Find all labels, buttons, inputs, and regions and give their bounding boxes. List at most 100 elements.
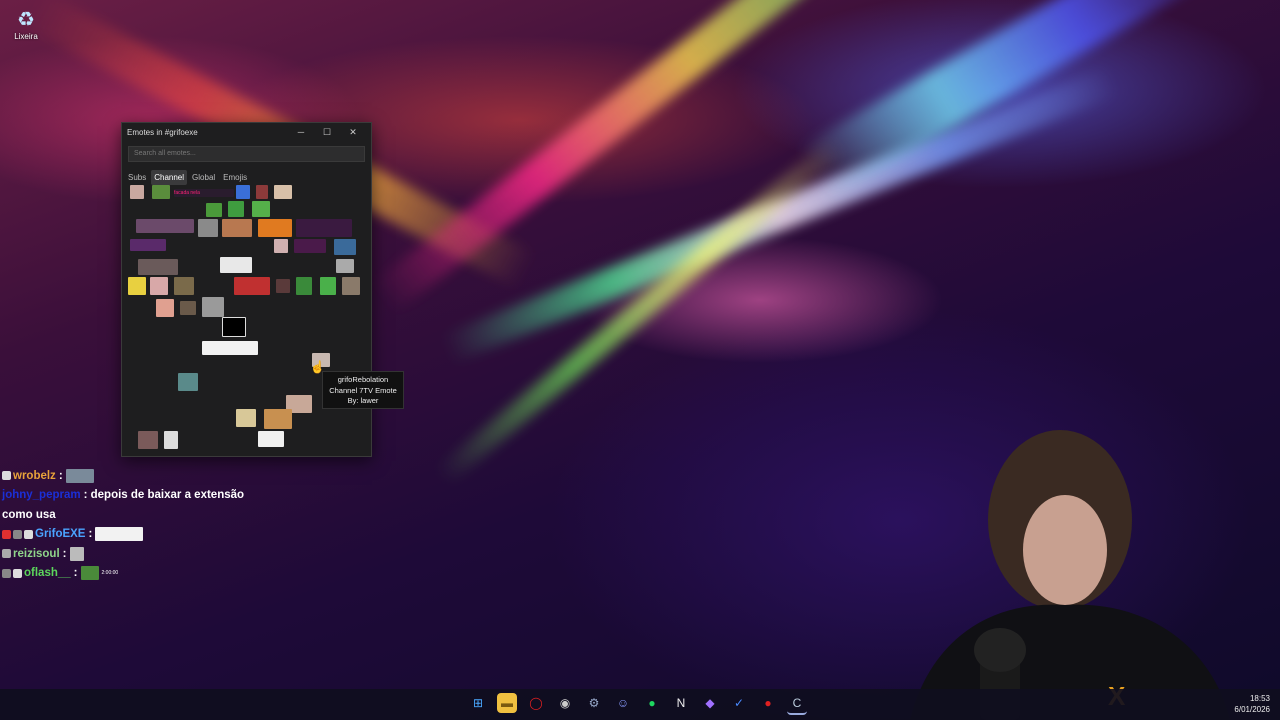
emote-tile[interactable] xyxy=(342,277,360,295)
emote-tile[interactable] xyxy=(264,409,292,429)
emote-tile[interactable] xyxy=(320,277,336,295)
sub-badge-icon xyxy=(13,529,22,539)
emote-tile[interactable] xyxy=(130,239,166,251)
emote-tile[interactable] xyxy=(228,201,244,217)
emote-tile[interactable] xyxy=(138,259,178,275)
system-clock[interactable]: 18:53 6/01/2026 xyxy=(1234,693,1270,715)
emote-tile[interactable] xyxy=(276,279,290,293)
emote-search-input[interactable]: Search all emotes... xyxy=(128,146,365,162)
tab-emojis[interactable]: Emojis xyxy=(220,170,250,185)
close-button[interactable]: ✕ xyxy=(340,127,366,138)
chat-emote xyxy=(69,546,84,561)
emote-tile[interactable] xyxy=(222,317,246,337)
emote-tile[interactable] xyxy=(296,277,312,295)
window-titlebar[interactable]: Emotes in #grifoexe ─ ☐ ✕ xyxy=(122,123,371,141)
recycle-bin-shortcut[interactable]: ♻ Lixeira xyxy=(6,8,46,41)
wallpaper-beam xyxy=(795,0,1225,201)
taskbar-apps: ⊞ ▬ ◯ ◉ ⚙ ☺ ● N ◆ ✓ ● C xyxy=(468,693,807,715)
recycle-bin-icon: ♻ xyxy=(17,9,35,31)
emote-tile[interactable] xyxy=(174,277,194,295)
wallpaper-beam xyxy=(440,66,1120,364)
chrome-icon[interactable]: ◉ xyxy=(555,693,575,713)
emote-tile[interactable] xyxy=(156,299,174,317)
tab-global[interactable]: Global xyxy=(189,170,218,185)
steam-icon[interactable]: ⚙ xyxy=(584,693,604,713)
wallpaper-beam xyxy=(433,135,847,487)
emote-tile[interactable] xyxy=(274,239,288,253)
emote-tile[interactable] xyxy=(234,277,270,295)
opera-icon[interactable]: ◯ xyxy=(526,693,546,713)
clock-date: 6/01/2026 xyxy=(1234,705,1270,714)
chat-message: GrifoEXE: xyxy=(2,525,302,545)
emote-tile[interactable] xyxy=(152,185,170,199)
emote-tile[interactable] xyxy=(256,185,268,199)
chat-username: GrifoEXE xyxy=(35,528,86,541)
window-title: Emotes in #grifoexe xyxy=(127,127,198,137)
tooltip-emote-source: Channel 7TV Emote xyxy=(329,385,397,395)
emote-tile[interactable] xyxy=(128,277,146,295)
chat-username: reizisoul xyxy=(13,547,60,560)
chat-username: oflash__ xyxy=(24,567,71,580)
emote-tile[interactable] xyxy=(202,297,224,317)
file-explorer-icon[interactable]: ▬ xyxy=(497,693,517,713)
emote-tile[interactable] xyxy=(180,301,196,315)
emote-tile[interactable] xyxy=(336,259,354,273)
emote-tile[interactable] xyxy=(164,431,178,449)
emote-tile[interactable] xyxy=(130,185,144,199)
chat-overlay: wrobelz: johny_pepram: depois de baixar … xyxy=(2,466,302,583)
emote-tile[interactable] xyxy=(222,219,252,237)
hand-cursor-icon: ☝ xyxy=(310,360,325,374)
chat-message: wrobelz: xyxy=(2,466,302,486)
sub-badge-icon xyxy=(2,568,11,578)
tab-channel[interactable]: Channel xyxy=(151,170,188,185)
obsidian-icon[interactable]: ◆ xyxy=(700,693,720,713)
emote-tile[interactable] xyxy=(220,257,252,273)
chat-username: johny_pepram xyxy=(2,489,81,502)
emote-tile[interactable] xyxy=(136,219,194,233)
sub-badge-icon xyxy=(2,549,11,559)
broadcaster-badge-icon xyxy=(2,529,11,539)
discord-icon[interactable]: ☺ xyxy=(613,693,633,713)
maximize-button[interactable]: ☐ xyxy=(314,127,340,138)
emote-tile[interactable]: facada nela xyxy=(174,189,234,197)
wallpaper-beam xyxy=(370,0,1010,315)
chat-message: como usa xyxy=(2,505,302,525)
emote-tile[interactable] xyxy=(236,185,250,199)
emote-tile[interactable] xyxy=(202,341,258,355)
emote-tile[interactable] xyxy=(206,203,222,217)
emote-tile[interactable] xyxy=(178,373,198,391)
emote-tile[interactable] xyxy=(294,239,326,253)
chat-message: reizisoul: xyxy=(2,544,302,564)
chat-emote xyxy=(80,566,99,581)
emote-tile[interactable] xyxy=(236,409,256,427)
emote-tooltip: grifoRebolation Channel 7TV Emote By: la… xyxy=(322,371,404,409)
emote-tile[interactable] xyxy=(138,431,158,449)
emote-tile[interactable] xyxy=(258,431,284,447)
chat-message: oflash__: 2:00:00 xyxy=(2,564,302,584)
emote-tabs: Subs Channel Global Emojis xyxy=(122,170,371,185)
emote-tile[interactable] xyxy=(296,219,352,237)
emote-tile[interactable] xyxy=(334,239,356,255)
ticktick-icon[interactable]: ✓ xyxy=(729,693,749,713)
tooltip-emote-author: By: lawer xyxy=(347,396,379,405)
skull-badge-icon xyxy=(24,529,33,539)
clock-time: 18:53 xyxy=(1249,694,1270,703)
emote-tile[interactable] xyxy=(252,201,270,217)
chatterino-icon[interactable]: C xyxy=(787,693,807,715)
notion-icon[interactable]: N xyxy=(671,693,691,713)
chat-emote xyxy=(95,527,144,542)
tooltip-emote-name: grifoRebolation xyxy=(337,375,389,384)
minimize-button[interactable]: ─ xyxy=(288,127,314,137)
emote-grid: facada nela xyxy=(124,185,369,455)
emote-tile[interactable] xyxy=(258,219,292,237)
record-icon[interactable]: ● xyxy=(758,693,778,713)
skull-badge-icon xyxy=(2,471,11,481)
emote-tile[interactable] xyxy=(274,185,292,199)
spotify-icon[interactable]: ● xyxy=(642,693,662,713)
emote-tile[interactable] xyxy=(150,277,168,295)
mic-badge-icon xyxy=(13,568,22,578)
tab-subs[interactable]: Subs xyxy=(125,170,149,185)
windows-start-icon[interactable]: ⊞ xyxy=(468,693,488,713)
emote-tile[interactable] xyxy=(198,219,218,237)
chat-emote xyxy=(65,468,94,483)
